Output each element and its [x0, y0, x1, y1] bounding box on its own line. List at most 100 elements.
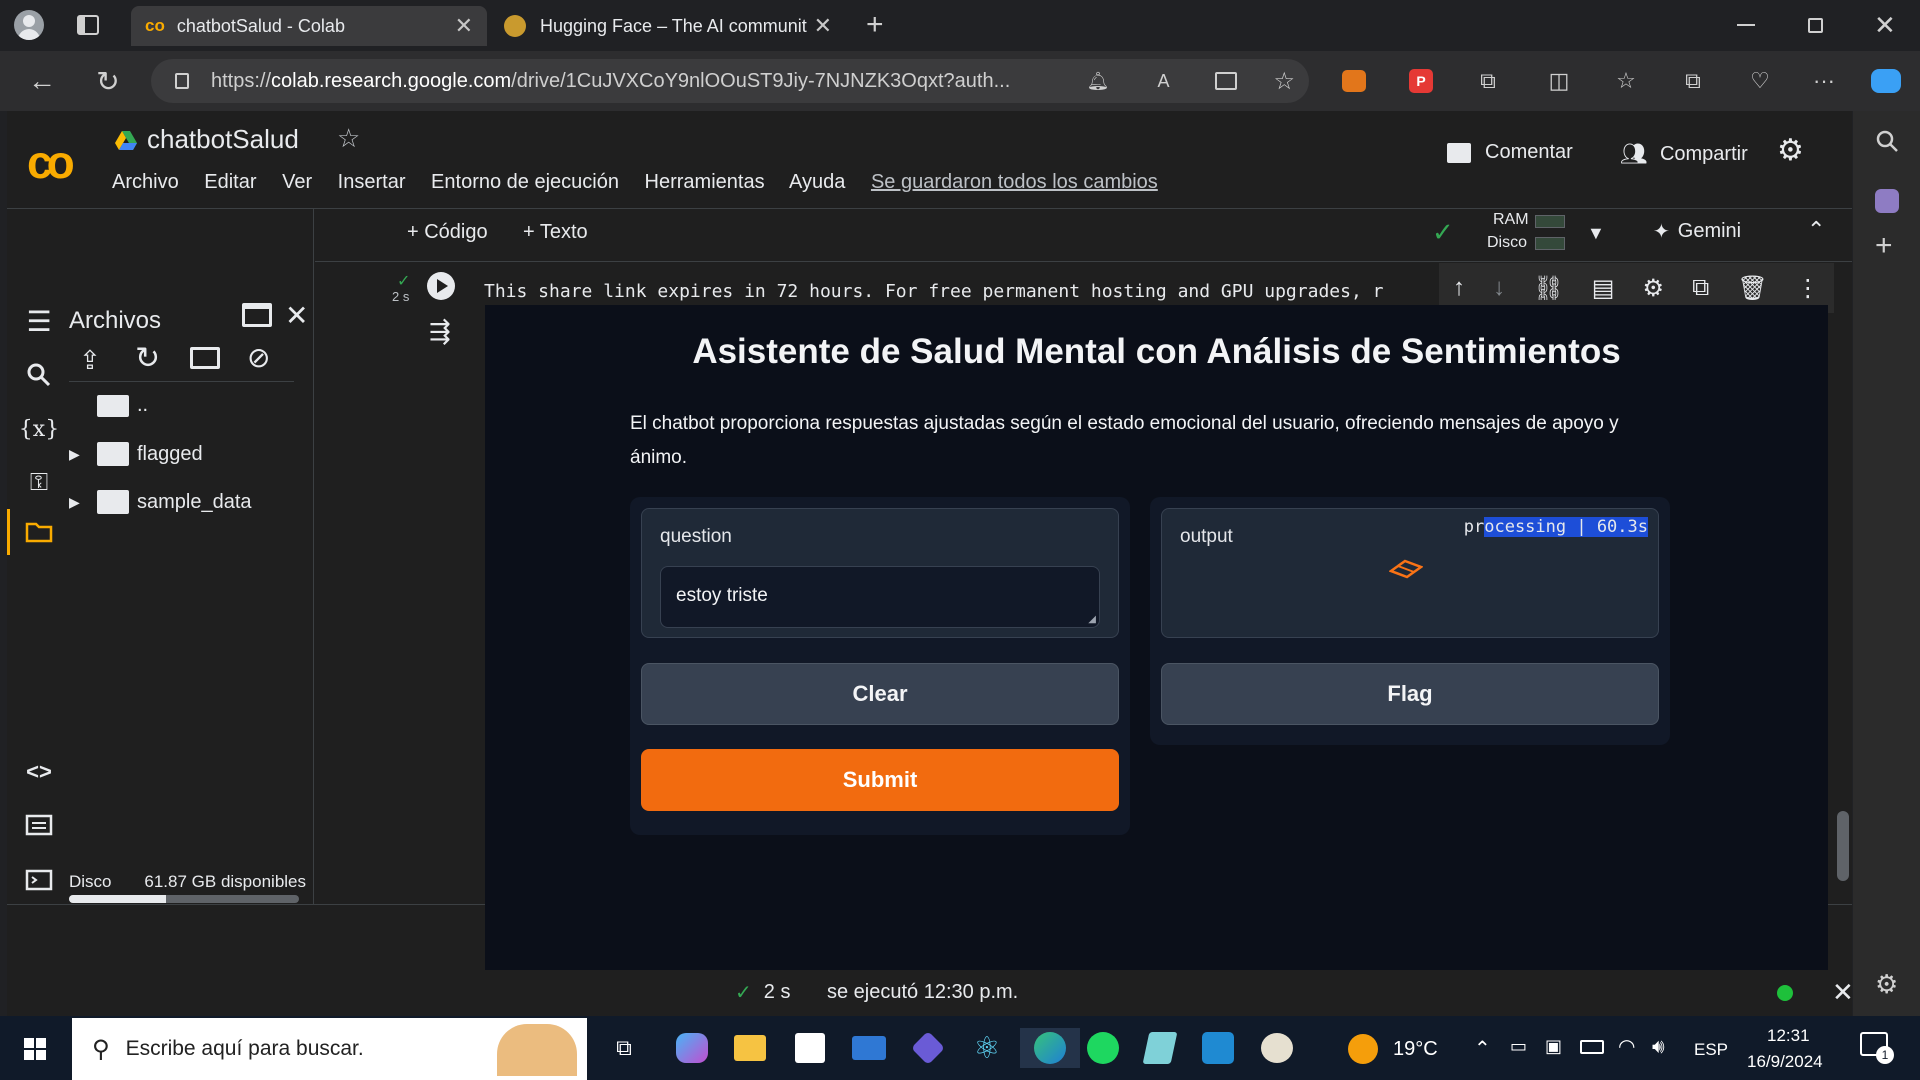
language-indicator[interactable]: ESP — [1694, 1040, 1728, 1060]
open-in-window-icon[interactable] — [242, 303, 272, 327]
variables-icon[interactable]: {x} — [19, 411, 59, 447]
notebook-title[interactable]: chatbotSalud — [147, 124, 299, 155]
task-view-icon[interactable]: ⧉ — [604, 1028, 644, 1068]
restore-icon[interactable] — [1808, 18, 1823, 33]
extensions-puzzle-icon[interactable]: ⧉ — [1472, 65, 1504, 97]
code-snippets-icon[interactable]: <> — [21, 754, 57, 790]
edge-browser-icon[interactable] — [1020, 1028, 1080, 1068]
spotify-icon[interactable] — [1083, 1028, 1123, 1068]
more-menu-icon[interactable]: ··· — [1808, 65, 1840, 97]
volume-icon[interactable]: 🔊︎ — [1652, 1036, 1665, 1059]
favorite-star-icon[interactable]: ☆ — [1273, 67, 1295, 96]
command-palette-icon[interactable] — [21, 807, 57, 843]
notification-center-icon[interactable]: 1 — [1860, 1032, 1894, 1064]
minimize-icon[interactable] — [1737, 24, 1755, 26]
clock-time[interactable]: 12:31 — [1767, 1026, 1810, 1046]
immersive-reader-icon[interactable] — [1215, 72, 1238, 90]
wifi-icon[interactable]: ◠ — [1618, 1034, 1635, 1059]
close-tab-icon[interactable]: ✕ — [455, 13, 473, 39]
comment-cell-icon[interactable]: ▤ — [1592, 274, 1615, 303]
cell-settings-icon[interactable]: ⚙ — [1643, 274, 1665, 303]
expand-arrow-icon[interactable]: ▶ — [69, 446, 97, 463]
files-folder-icon[interactable] — [21, 514, 57, 550]
tree-item-flagged[interactable]: ▶ flagged — [69, 442, 203, 466]
tab-actions-icon[interactable] — [77, 15, 99, 35]
menu-ver[interactable]: Ver — [282, 171, 312, 193]
menu-editar[interactable]: Editar — [204, 171, 256, 193]
split-screen-icon[interactable]: ◫ — [1543, 65, 1575, 97]
link-icon[interactable]: ⛓ — [1533, 274, 1563, 303]
refresh-icon[interactable]: ↻ — [92, 65, 124, 97]
metamask-extension-icon[interactable] — [1338, 65, 1370, 97]
close-tab-icon[interactable]: ✕ — [814, 13, 832, 39]
output-options-icon[interactable]: ⇶ — [429, 316, 451, 347]
secrets-key-icon[interactable]: ⚿ — [21, 465, 57, 501]
close-panel-icon[interactable]: ✕ — [285, 299, 308, 332]
toc-icon[interactable]: ☰ — [21, 303, 57, 339]
mount-drive-icon[interactable] — [190, 347, 220, 369]
search-icon[interactable] — [21, 357, 57, 393]
react-app-icon[interactable]: ⚛ — [967, 1028, 1007, 1068]
notifications-icon[interactable]: 🔔︎ — [1087, 71, 1110, 92]
clock-date[interactable]: 16/9/2024 — [1747, 1052, 1823, 1072]
menu-herramientas[interactable]: Herramientas — [645, 171, 765, 193]
tray-overflow-icon[interactable]: ⌃ — [1474, 1036, 1491, 1061]
comment-button[interactable]: Comentar — [1447, 141, 1573, 164]
move-up-icon[interactable]: ↑ — [1453, 274, 1465, 302]
taskbar-search-box[interactable]: ⚲ Escribe aquí para buscar. — [72, 1018, 587, 1080]
tray-app-icon[interactable]: ▣ — [1545, 1036, 1562, 1057]
run-cell-button[interactable] — [427, 272, 455, 300]
vscode-icon[interactable] — [1198, 1028, 1238, 1068]
close-status-icon[interactable]: ✕ — [1832, 977, 1854, 1008]
mirror-cell-icon[interactable]: ⧉ — [1692, 274, 1709, 302]
resize-handle-icon[interactable]: ◢ — [1088, 614, 1096, 625]
mail-icon[interactable] — [849, 1028, 889, 1068]
tab-huggingface[interactable]: Hugging Face – The AI communit ✕ — [490, 6, 846, 46]
close-window-icon[interactable]: ✕ — [1874, 10, 1896, 41]
weather-temp[interactable]: 19°C — [1393, 1038, 1438, 1061]
battery-icon[interactable] — [1580, 1040, 1604, 1054]
profile-avatar-icon[interactable] — [14, 10, 44, 40]
delete-icon[interactable]: 🗑︎ — [1737, 274, 1767, 303]
terminal-icon[interactable] — [21, 862, 57, 898]
refresh-files-icon[interactable]: ↻ — [135, 341, 160, 376]
hide-files-icon[interactable]: ⊘ — [247, 341, 270, 374]
add-text-button[interactable]: + Texto — [523, 221, 588, 244]
submit-button[interactable]: Submit — [641, 749, 1119, 811]
colab-logo[interactable]: co — [27, 135, 75, 189]
resources-indicator[interactable]: RAM Disco — [1477, 211, 1567, 253]
move-down-icon[interactable]: ↓ — [1493, 274, 1505, 302]
browser-essentials-icon[interactable]: ♡ — [1744, 65, 1776, 97]
settings-gear-icon[interactable]: ⚙ — [1777, 133, 1804, 168]
tab-colab[interactable]: co chatbotSalud - Colab ✕ — [131, 6, 487, 46]
windows-start-icon[interactable] — [24, 1038, 46, 1060]
menu-entorno[interactable]: Entorno de ejecución — [431, 171, 619, 193]
expand-arrow-icon[interactable]: ▶ — [69, 494, 97, 511]
menu-archivo[interactable]: Archivo — [112, 171, 179, 193]
menu-insertar[interactable]: Insertar — [338, 171, 406, 193]
tray-meet-icon[interactable]: ▭ — [1510, 1036, 1527, 1057]
scrollbar-thumb[interactable] — [1837, 811, 1849, 881]
copilot-taskbar-icon[interactable] — [672, 1028, 712, 1068]
file-explorer-icon[interactable] — [730, 1028, 770, 1068]
weather-sun-icon[interactable] — [1348, 1034, 1378, 1064]
notepad-app-icon[interactable] — [1140, 1028, 1180, 1068]
share-button[interactable]: 👥︎ Compartir — [1620, 141, 1748, 167]
copilot-icon[interactable] — [1870, 65, 1902, 97]
sidebar-add-icon[interactable]: + — [1875, 229, 1893, 263]
extension-red-icon[interactable]: P — [1405, 65, 1437, 97]
favorites-icon[interactable]: ☆ — [1610, 65, 1642, 97]
resources-dropdown-icon[interactable]: ▼ — [1587, 223, 1605, 244]
sidebar-search-icon[interactable] — [1875, 129, 1899, 153]
tree-item-sample-data[interactable]: ▶ sample_data — [69, 490, 252, 514]
upload-file-icon[interactable]: ⇪ — [79, 345, 101, 376]
url-field[interactable]: https://colab.research.google.com/drive/… — [151, 59, 1309, 103]
menu-ayuda[interactable]: Ayuda — [789, 171, 845, 193]
copilot-app-icon[interactable] — [908, 1028, 948, 1068]
back-icon[interactable]: ← — [26, 65, 58, 97]
saved-status-link[interactable]: Se guardaron todos los cambios — [871, 171, 1158, 193]
tree-item-parent[interactable]: .. — [97, 394, 148, 417]
collections-icon[interactable]: ⧉ — [1677, 65, 1709, 97]
microsoft-store-icon[interactable] — [790, 1028, 830, 1068]
sidebar-games-icon[interactable] — [1875, 189, 1899, 213]
